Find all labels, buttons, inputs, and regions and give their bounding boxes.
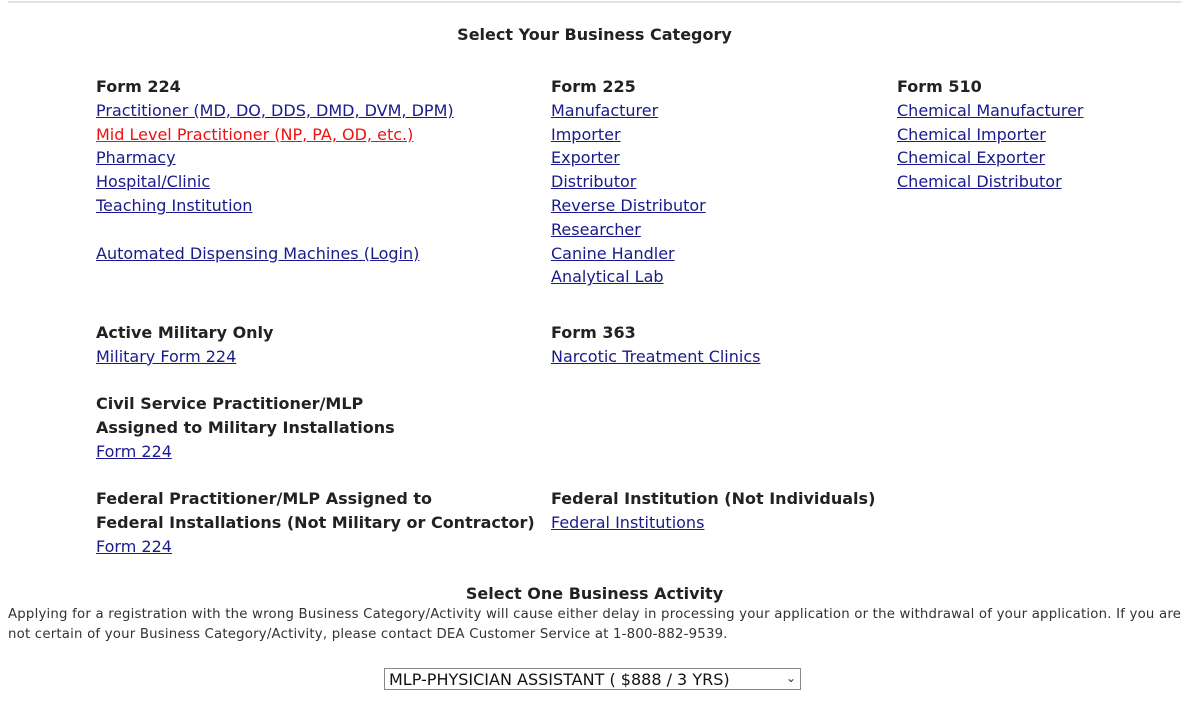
form-363-heading: Form 363	[551, 323, 636, 342]
link-reverse-distributor[interactable]: Reverse Distributor	[551, 194, 706, 218]
link-importer[interactable]: Importer	[551, 123, 621, 147]
federal-practitioner-heading-2: Federal Installations (Not Military or C…	[96, 512, 535, 532]
link-hospital-clinic[interactable]: Hospital/Clinic	[96, 170, 210, 194]
link-distributor[interactable]: Distributor	[551, 170, 636, 194]
civil-service-heading-1: Civil Service Practitioner/MLP	[96, 394, 364, 413]
form-224-group: Form 224 Practitioner (MD, DO, DDS, DMD,…	[96, 75, 454, 265]
link-narcotic-treatment-clinics[interactable]: Narcotic Treatment Clinics	[551, 345, 760, 369]
federal-practitioner-heading-1: Federal Practitioner/MLP Assigned to	[96, 489, 432, 508]
link-civil-form-224[interactable]: Form 224	[96, 440, 172, 464]
link-chemical-importer[interactable]: Chemical Importer	[897, 123, 1046, 147]
link-practitioner[interactable]: Practitioner (MD, DO, DDS, DMD, DVM, DPM…	[96, 99, 454, 123]
federal-practitioner-group: Federal Practitioner/MLP Assigned to Fed…	[96, 487, 535, 558]
link-federal-institutions[interactable]: Federal Institutions	[551, 511, 704, 535]
link-chemical-exporter[interactable]: Chemical Exporter	[897, 146, 1045, 170]
link-teaching-institution[interactable]: Teaching Institution	[96, 194, 252, 218]
military-group: Active Military Only Military Form 224	[96, 321, 273, 369]
civil-service-heading-2: Assigned to Military Installations	[96, 417, 395, 437]
link-researcher[interactable]: Researcher	[551, 218, 641, 242]
civil-service-group: Civil Service Practitioner/MLP Assigned …	[96, 392, 395, 463]
link-manufacturer[interactable]: Manufacturer	[551, 99, 658, 123]
federal-institution-heading: Federal Institution (Not Individuals)	[551, 489, 876, 508]
selected-activity: MLP-PHYSICIAN ASSISTANT ( $888 / 3 YRS)	[389, 670, 730, 689]
link-mid-level-practitioner[interactable]: Mid Level Practitioner (NP, PA, OD, etc.…	[96, 123, 413, 147]
form-510-group: Form 510 Chemical Manufacturer Chemical …	[897, 75, 1084, 194]
form-224-heading: Form 224	[96, 77, 181, 96]
link-federal-form-224[interactable]: Form 224	[96, 535, 172, 559]
page-title: Select Your Business Category	[457, 25, 732, 44]
link-chemical-manufacturer[interactable]: Chemical Manufacturer	[897, 99, 1084, 123]
link-automated-dispensing[interactable]: Automated Dispensing Machines (Login)	[96, 242, 419, 266]
chevron-down-icon: ⌄	[785, 671, 796, 685]
form-363-group: Form 363 Narcotic Treatment Clinics	[551, 321, 760, 369]
business-activity-select[interactable]: MLP-PHYSICIAN ASSISTANT ( $888 / 3 YRS) …	[384, 668, 801, 690]
link-military-form-224[interactable]: Military Form 224	[96, 345, 236, 369]
link-pharmacy[interactable]: Pharmacy	[96, 146, 176, 170]
link-chemical-distributor[interactable]: Chemical Distributor	[897, 170, 1062, 194]
federal-institution-group: Federal Institution (Not Individuals) Fe…	[551, 487, 875, 535]
activity-title: Select One Business Activity	[465, 584, 724, 603]
form-225-heading: Form 225	[551, 77, 636, 96]
top-divider	[8, 1, 1181, 3]
link-analytical-lab[interactable]: Analytical Lab	[551, 265, 664, 289]
form-225-group: Form 225 Manufacturer Importer Exporter …	[551, 75, 706, 289]
form-510-heading: Form 510	[897, 77, 982, 96]
link-canine-handler[interactable]: Canine Handler	[551, 242, 675, 266]
military-heading: Active Military Only	[96, 323, 274, 342]
link-exporter[interactable]: Exporter	[551, 146, 620, 170]
activity-notice: Applying for a registration with the wro…	[8, 607, 1182, 642]
